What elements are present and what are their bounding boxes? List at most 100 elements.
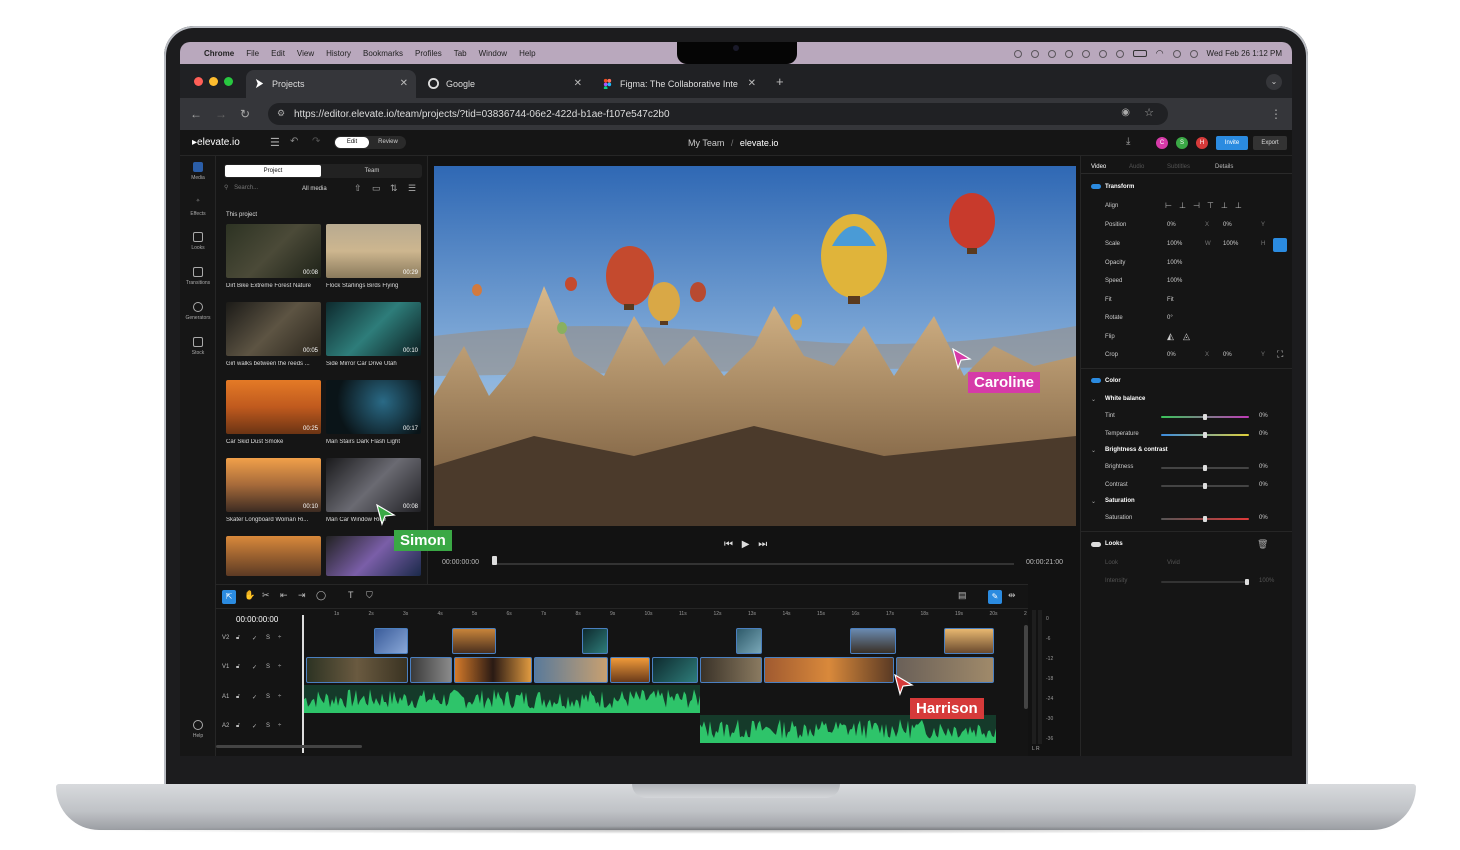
audio-waveform-a1[interactable] (304, 685, 700, 713)
site-info-icon[interactable]: ⚙ (277, 108, 285, 119)
browser-tab-figma[interactable]: Figma: The Collaborative Inte ✕ (594, 70, 764, 98)
looks-toggle[interactable] (1091, 542, 1101, 547)
list-view-icon[interactable]: ☰ (408, 183, 416, 194)
menu-help[interactable]: Help (519, 49, 535, 58)
timeline-clip[interactable] (454, 657, 532, 683)
address-bar[interactable]: ⚙ https://editor.elevate.io/team/project… (268, 103, 1168, 125)
tab-search-icon[interactable]: ⌄ (1266, 74, 1282, 90)
playhead[interactable] (302, 615, 304, 753)
scale-h-value[interactable]: 100% (1223, 241, 1238, 247)
video-preview[interactable] (434, 166, 1076, 526)
battery-icon[interactable] (1132, 50, 1147, 57)
skip-back-icon[interactable]: ⏮ (724, 539, 733, 550)
tray-icon[interactable] (1081, 49, 1090, 58)
menu-view[interactable]: View (297, 49, 314, 58)
redo-icon[interactable]: ↷ (312, 136, 320, 147)
chevron-down-icon[interactable]: ⌄ (1091, 447, 1096, 454)
menu-edit[interactable]: Edit (271, 49, 285, 58)
visibility-icon[interactable]: ✓ (252, 635, 257, 642)
invite-button[interactable]: Invite (1216, 136, 1248, 150)
visibility-icon[interactable]: ✓ (252, 723, 257, 730)
avatar-caroline[interactable]: C (1156, 137, 1168, 149)
browser-tab-google[interactable]: Google ✕ (420, 70, 590, 98)
visibility-icon[interactable]: ✓ (252, 694, 257, 701)
tab-team[interactable]: Team (324, 165, 420, 177)
timeline-clip[interactable] (764, 657, 894, 683)
close-tab-icon[interactable]: ✕ (574, 78, 582, 89)
url-text[interactable]: https://editor.elevate.io/team/projects/… (294, 109, 670, 120)
link-icon[interactable] (1273, 238, 1287, 252)
text-tool-icon[interactable]: T (348, 590, 354, 600)
close-tab-icon[interactable]: ✕ (400, 78, 408, 89)
flip-vertical-icon[interactable]: ◬ (1183, 331, 1190, 342)
media-thumbnail[interactable]: 00:17 (326, 380, 421, 434)
search-icon[interactable] (1172, 49, 1181, 58)
bluetooth-icon[interactable] (1115, 49, 1124, 58)
lock-icon[interactable]: 🔓︎ (236, 664, 240, 671)
browser-menu-icon[interactable]: ⋮ (1270, 107, 1282, 121)
timeline-clip[interactable] (534, 657, 608, 683)
tray-icon[interactable] (1013, 49, 1022, 58)
solo-button[interactable]: S (266, 694, 270, 700)
avatar-harrison[interactable]: H (1196, 137, 1208, 149)
rail-media[interactable]: Media (180, 162, 216, 181)
tray-icon[interactable] (1098, 49, 1107, 58)
media-thumbnail[interactable]: 00:05 (226, 302, 321, 356)
audio-waveform-a2[interactable] (700, 715, 996, 743)
track-volume-icon[interactable]: ÷ (278, 664, 281, 670)
media-thumbnail[interactable]: 00:10 (326, 302, 421, 356)
menu-app-name[interactable]: Chrome (204, 49, 234, 58)
timeline-clip[interactable] (700, 657, 762, 683)
avatar-simon[interactable]: S (1176, 137, 1188, 149)
timeline-clip[interactable] (452, 628, 496, 654)
menu-window[interactable]: Window (479, 49, 507, 58)
brightness-slider-handle[interactable] (1203, 465, 1207, 471)
tint-slider-handle[interactable] (1203, 414, 1207, 420)
scrub-bar[interactable] (492, 563, 1014, 565)
tab-details[interactable]: Details (1215, 164, 1233, 170)
reload-icon[interactable]: ↻ (240, 107, 250, 121)
timeline-clip[interactable] (850, 628, 896, 654)
position-x-value[interactable]: 0% (1167, 222, 1176, 228)
rail-looks[interactable]: Looks (180, 232, 216, 251)
tab-subtitles[interactable]: Subtitles (1167, 164, 1190, 170)
menu-bookmarks[interactable]: Bookmarks (363, 49, 403, 58)
split-icon[interactable]: ⇹ (1008, 590, 1016, 601)
tray-icon[interactable] (1030, 49, 1039, 58)
razor-tool-icon[interactable]: ✂ (262, 590, 270, 601)
new-tab-button[interactable]: + (776, 74, 784, 89)
timeline-clip[interactable] (736, 628, 762, 654)
app-logo[interactable]: ▸elevate.io (192, 137, 240, 148)
media-thumbnail[interactable]: 00:08 (326, 458, 421, 512)
forward-icon[interactable]: → (215, 107, 227, 121)
shield-icon[interactable]: ⛉ (366, 590, 373, 601)
minimize-window-icon[interactable] (209, 77, 218, 86)
wifi-icon[interactable]: ◠ (1156, 48, 1164, 59)
tray-icon[interactable] (1047, 49, 1056, 58)
solo-button[interactable]: S (266, 723, 270, 729)
fit-select[interactable]: Fit (1167, 297, 1174, 303)
time-ruler[interactable]: 1s 2s 3s 4s 5s 6s 7s 8s 9s 10s 11s 12s 13s 14s 15s 16s 1… (304, 611, 1028, 625)
rail-stock[interactable]: Stock (180, 337, 216, 356)
upload-icon[interactable]: ⇧ (354, 183, 362, 194)
intensity-slider[interactable] (1161, 581, 1249, 583)
trim-left-icon[interactable]: ⇤ (280, 590, 288, 601)
menu-file[interactable]: File (246, 49, 259, 58)
contrast-slider-handle[interactable] (1203, 483, 1207, 489)
look-select[interactable]: Vivid (1167, 560, 1180, 566)
transform-toggle[interactable] (1091, 184, 1101, 189)
captions-icon[interactable]: ▤ (958, 590, 967, 601)
flip-horizontal-icon[interactable]: ◭ (1167, 331, 1174, 342)
chevron-down-icon[interactable]: ⌄ (1091, 498, 1096, 505)
track-volume-icon[interactable]: ÷ (278, 694, 281, 700)
chevron-down-icon[interactable]: ⌄ (1091, 396, 1096, 403)
menu-tab[interactable]: Tab (454, 49, 467, 58)
menu-history[interactable]: History (326, 49, 351, 58)
tab-video[interactable]: Video (1091, 164, 1106, 170)
timeline-clip[interactable] (410, 657, 452, 683)
bookmark-star-icon[interactable]: ☆ (1144, 106, 1154, 119)
timeline-clip[interactable] (582, 628, 608, 654)
media-thumbnail[interactable]: 00:10 (226, 458, 321, 512)
temperature-slider-handle[interactable] (1203, 432, 1207, 438)
skip-forward-icon[interactable]: ⏭ (758, 539, 767, 550)
